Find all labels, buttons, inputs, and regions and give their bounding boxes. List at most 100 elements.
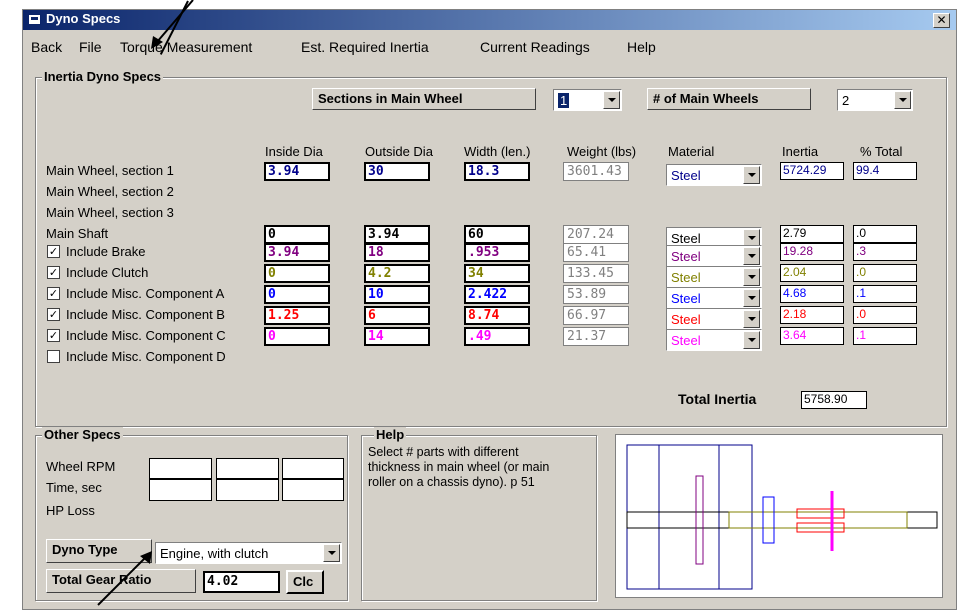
time-field-1[interactable] — [149, 479, 212, 501]
inside-dia-field[interactable]: 0 — [264, 264, 330, 283]
inertia-value: 19.28 — [780, 243, 844, 261]
menu-current-readings[interactable]: Current Readings — [480, 39, 590, 55]
total-inertia-value: 5758.90 — [801, 391, 867, 409]
wheel-rpm-field-1[interactable] — [149, 458, 212, 479]
outside-dia-field[interactable]: 4.2 — [364, 264, 430, 283]
wheels-select[interactable]: 2 — [837, 89, 913, 111]
material-select[interactable]: Steel — [666, 266, 762, 288]
checkbox-misc-d[interactable] — [47, 350, 60, 363]
inertia-value: 2.79 — [780, 225, 844, 243]
material-select[interactable]: Steel — [666, 164, 762, 186]
inertia-value: 2.04 — [780, 264, 844, 282]
pct-total-value: .0 — [853, 306, 917, 324]
row-label-misc-a: Include Misc. Component A — [66, 286, 225, 301]
row-label-misc-d: Include Misc. Component D — [66, 349, 226, 364]
outside-dia-field[interactable]: 10 — [364, 285, 430, 304]
material-select[interactable]: Steel — [666, 308, 762, 330]
material-select[interactable]: Steel — [666, 287, 762, 309]
window-title: Dyno Specs — [46, 11, 121, 26]
wheel-rpm-label: Wheel RPM — [46, 459, 116, 474]
help-text: Select # parts with different thickness … — [368, 445, 550, 489]
component-a-shape — [762, 496, 775, 544]
chevron-down-icon[interactable] — [323, 544, 340, 562]
weight-field: 21.37 — [563, 327, 629, 346]
main-wheel-shape — [626, 444, 753, 590]
checkbox-misc-a[interactable]: ✓ — [47, 287, 60, 300]
menu-back[interactable]: Back — [31, 39, 62, 55]
chevron-down-icon[interactable] — [743, 166, 760, 184]
material-value: Steel — [671, 270, 701, 285]
weight-field: 133.45 — [563, 264, 629, 283]
inertia-group-title: Inertia Dyno Specs — [42, 69, 164, 84]
menu-file[interactable]: File — [79, 39, 102, 55]
header-inside-dia: Inside Dia — [265, 144, 323, 159]
chevron-down-icon[interactable] — [743, 289, 760, 307]
inside-dia-field[interactable]: 0 — [264, 285, 330, 304]
outside-dia-field[interactable]: 18 — [364, 243, 430, 262]
width-field[interactable]: 2.422 — [464, 285, 530, 304]
outside-dia-field[interactable]: 30 — [364, 162, 430, 181]
chevron-down-icon[interactable] — [743, 247, 760, 265]
sections-select[interactable]: 1 — [553, 89, 622, 111]
time-field-3[interactable] — [282, 479, 344, 501]
row-label-misc-c: Include Misc. Component C — [66, 328, 226, 343]
row-label-misc-b: Include Misc. Component B — [66, 307, 225, 322]
calc-button[interactable]: Clc — [286, 570, 324, 594]
checkbox-clutch[interactable]: ✓ — [47, 266, 60, 279]
dyno-diagram — [615, 434, 943, 598]
pct-total-value: 99.4 — [853, 162, 917, 180]
outside-dia-field[interactable]: 14 — [364, 327, 430, 346]
inside-dia-field[interactable]: 3.94 — [264, 162, 330, 181]
chevron-down-icon[interactable] — [743, 268, 760, 286]
width-field[interactable]: .49 — [464, 327, 530, 346]
width-field[interactable]: 34 — [464, 264, 530, 283]
inertia-value: 5724.29 — [780, 162, 844, 180]
inside-dia-field[interactable]: 3.94 — [264, 243, 330, 262]
material-value: Steel — [671, 312, 701, 327]
hp-loss-label: HP Loss — [46, 503, 95, 518]
close-button[interactable]: ✕ — [933, 13, 950, 28]
width-field[interactable]: 8.74 — [464, 306, 530, 325]
dyno-type-select[interactable]: Engine, with clutch — [155, 542, 342, 564]
header-material: Material — [668, 144, 715, 159]
outside-dia-field[interactable]: 6 — [364, 306, 430, 325]
chevron-down-icon[interactable] — [894, 91, 911, 109]
wheel-rpm-field-2[interactable] — [216, 458, 279, 479]
wheel-rpm-field-3[interactable] — [282, 458, 344, 479]
inside-dia-field[interactable]: 0 — [264, 225, 330, 244]
menu-est-required-inertia[interactable]: Est. Required Inertia — [301, 39, 429, 55]
time-field-2[interactable] — [216, 479, 279, 501]
header-inertia: Inertia — [782, 144, 819, 159]
sections-label: Sections in Main Wheel — [312, 88, 536, 110]
material-select[interactable]: Steel — [666, 329, 762, 351]
pct-total-value: .3 — [853, 243, 917, 261]
material-value: Steel — [671, 249, 701, 264]
menu-torque-measurement[interactable]: Torque Measurement — [120, 39, 252, 55]
checkbox-brake[interactable]: ✓ — [47, 245, 60, 258]
chevron-down-icon[interactable] — [603, 91, 620, 109]
width-field[interactable]: .953 — [464, 243, 530, 262]
inside-dia-field[interactable]: 1.25 — [264, 306, 330, 325]
width-field[interactable]: 18.3 — [464, 162, 530, 181]
wheels-label: # of Main Wheels — [647, 88, 811, 110]
chevron-down-icon[interactable] — [743, 331, 760, 349]
inertia-value: 4.68 — [780, 285, 844, 303]
row-label-main-wheel-3: Main Wheel, section 3 — [46, 205, 174, 220]
sections-value: 1 — [558, 93, 570, 108]
app-icon — [28, 14, 41, 25]
help-group: Help Select # parts with different thick… — [361, 427, 597, 601]
checkbox-misc-b[interactable]: ✓ — [47, 308, 60, 321]
outside-dia-field[interactable]: 3.94 — [364, 225, 430, 244]
material-value: Steel — [671, 168, 701, 183]
checkbox-misc-c[interactable]: ✓ — [47, 329, 60, 342]
inside-dia-field[interactable]: 0 — [264, 327, 330, 346]
menu-help[interactable]: Help — [627, 39, 656, 55]
main-wheel-hub-shape — [658, 444, 720, 590]
width-field[interactable]: 60 — [464, 225, 530, 244]
chevron-down-icon[interactable] — [743, 310, 760, 328]
gear-ratio-field[interactable]: 4.02 — [203, 571, 280, 593]
weight-field: 207.24 — [563, 225, 629, 244]
pct-total-value: .0 — [853, 225, 917, 243]
time-label: Time, sec — [46, 480, 102, 495]
material-select[interactable]: Steel — [666, 245, 762, 267]
